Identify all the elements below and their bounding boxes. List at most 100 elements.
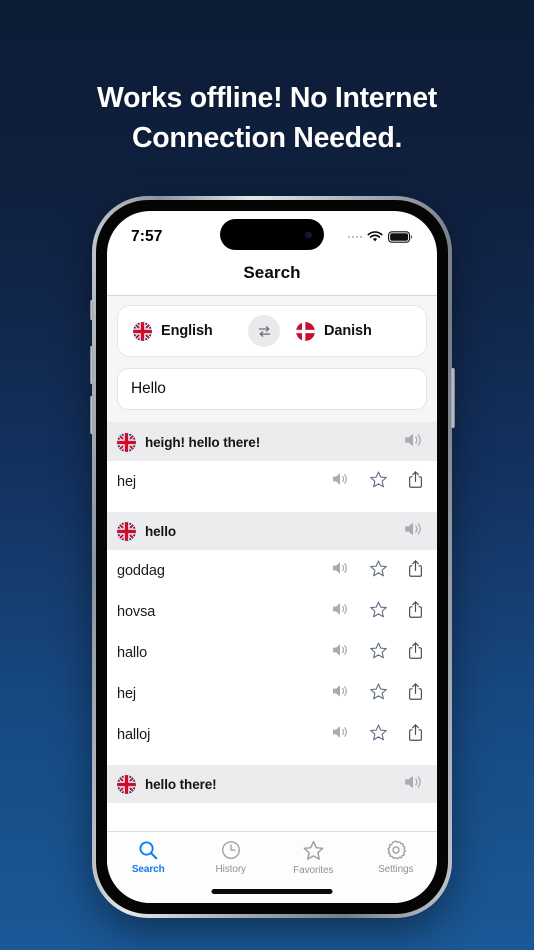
status-time: 7:57 bbox=[131, 228, 163, 245]
tab-label-settings: Settings bbox=[378, 864, 414, 875]
tab-search[interactable]: Search bbox=[107, 839, 190, 903]
favorite-button[interactable] bbox=[369, 641, 388, 665]
translation-row[interactable]: hallo bbox=[107, 632, 437, 673]
translation-row[interactable]: hovsa bbox=[107, 591, 437, 632]
share-button[interactable] bbox=[407, 600, 424, 624]
play-audio-button[interactable] bbox=[331, 683, 350, 704]
favorite-button[interactable] bbox=[369, 470, 388, 494]
speaker-icon bbox=[332, 685, 347, 697]
translation-row[interactable]: hej bbox=[107, 461, 437, 502]
star-icon bbox=[370, 601, 387, 617]
speaker-icon bbox=[332, 726, 347, 738]
translation-row[interactable]: goddag bbox=[107, 550, 437, 591]
phone-screen: 7:57 Search English Danish Hello heigh! … bbox=[107, 211, 437, 903]
result-group-title: heigh! hello there! bbox=[145, 434, 261, 450]
favorite-button[interactable] bbox=[369, 723, 388, 747]
source-language-selector[interactable]: English bbox=[133, 321, 248, 341]
group-speaker-button[interactable] bbox=[403, 431, 424, 454]
share-icon bbox=[409, 641, 422, 659]
favorite-button[interactable] bbox=[369, 682, 388, 706]
share-icon bbox=[409, 682, 422, 700]
headline-line-2: Connection Needed. bbox=[131, 122, 403, 155]
share-icon bbox=[409, 723, 422, 741]
headline-line-1: Works offline! No Internet bbox=[96, 82, 438, 114]
target-language-label: Danish bbox=[324, 323, 372, 339]
clock-icon bbox=[221, 841, 240, 859]
result-group-header[interactable]: heigh! hello there! bbox=[107, 423, 437, 461]
search-field-wrapper[interactable] bbox=[117, 368, 427, 410]
group-spacer bbox=[117, 755, 427, 765]
wifi-icon bbox=[367, 231, 383, 242]
share-button[interactable] bbox=[407, 470, 424, 494]
status-bar: 7:57 bbox=[107, 211, 437, 259]
swap-languages-button[interactable] bbox=[248, 315, 280, 347]
search-input[interactable] bbox=[131, 380, 413, 398]
tab-bar: Search History Favorites Settings bbox=[107, 831, 437, 903]
translation-text: hovsa bbox=[117, 603, 156, 620]
play-audio-button[interactable] bbox=[331, 724, 350, 745]
share-icon bbox=[409, 600, 422, 618]
magnifier-icon bbox=[139, 841, 158, 860]
row-actions bbox=[331, 641, 424, 665]
star-icon bbox=[370, 471, 387, 487]
share-button[interactable] bbox=[407, 682, 424, 706]
group-spacer bbox=[117, 502, 427, 512]
tab-settings[interactable]: Settings bbox=[355, 839, 438, 903]
promo-headline: Works offline! No Internet Connection Ne… bbox=[0, 78, 534, 159]
share-icon bbox=[409, 559, 422, 577]
source-language-label: English bbox=[161, 323, 213, 339]
star-icon bbox=[370, 642, 387, 658]
play-audio-button[interactable] bbox=[331, 601, 350, 622]
speaker-icon bbox=[332, 473, 347, 485]
volume-down-button[interactable] bbox=[89, 396, 93, 434]
row-actions bbox=[331, 723, 424, 747]
result-group-header[interactable]: hello there! bbox=[107, 765, 437, 803]
speaker-icon bbox=[332, 644, 347, 656]
uk-flag-icon bbox=[117, 774, 136, 794]
language-selector-bar: English Danish bbox=[117, 305, 427, 357]
phone-bezel: 7:57 Search English Danish Hello heigh! … bbox=[96, 200, 448, 914]
share-icon bbox=[409, 470, 422, 488]
play-audio-button[interactable] bbox=[331, 560, 350, 581]
translation-text: hallo bbox=[117, 644, 148, 661]
group-speaker-button[interactable] bbox=[403, 773, 424, 796]
row-actions bbox=[331, 682, 424, 706]
favorite-button[interactable] bbox=[369, 559, 388, 583]
row-actions bbox=[331, 470, 424, 494]
star-icon bbox=[370, 560, 387, 576]
speaker-icon bbox=[332, 562, 347, 574]
silent-switch[interactable] bbox=[89, 300, 93, 320]
home-indicator[interactable] bbox=[211, 889, 333, 894]
volume-up-button[interactable] bbox=[89, 346, 93, 384]
status-indicators bbox=[347, 231, 414, 243]
translation-text: goddag bbox=[117, 562, 165, 579]
group-speaker-button[interactable] bbox=[403, 520, 424, 543]
result-group-title: hello there! bbox=[145, 776, 217, 792]
share-button[interactable] bbox=[407, 559, 424, 583]
phone-mockup: 7:57 Search English Danish Hello heigh! … bbox=[89, 196, 455, 918]
play-audio-button[interactable] bbox=[331, 642, 350, 663]
speaker-icon bbox=[405, 433, 421, 446]
result-group-title: hello bbox=[145, 523, 177, 539]
dynamic-island bbox=[220, 219, 324, 250]
tab-label-search: Search bbox=[131, 864, 165, 875]
translation-text: hej bbox=[117, 685, 137, 702]
share-button[interactable] bbox=[407, 723, 424, 747]
row-actions bbox=[331, 559, 424, 583]
translation-row[interactable]: hej bbox=[107, 673, 437, 714]
search-results-list[interactable]: heigh! hello there! hej hello goddag hov… bbox=[107, 422, 437, 810]
uk-flag-icon bbox=[133, 321, 152, 341]
star-icon bbox=[303, 840, 324, 860]
result-group-header[interactable]: hello bbox=[107, 512, 437, 550]
tab-label-favorites: Favorites bbox=[293, 865, 334, 876]
target-language-selector[interactable]: Danish bbox=[280, 321, 411, 341]
power-button[interactable] bbox=[451, 368, 455, 428]
translation-text: halloj bbox=[117, 726, 151, 743]
play-audio-button[interactable] bbox=[331, 471, 350, 492]
favorite-button[interactable] bbox=[369, 600, 388, 624]
translation-row[interactable]: halloj bbox=[107, 714, 437, 755]
page-title: Search bbox=[243, 263, 301, 282]
speaker-icon bbox=[405, 775, 421, 788]
share-button[interactable] bbox=[407, 641, 424, 665]
battery-icon bbox=[388, 231, 412, 243]
